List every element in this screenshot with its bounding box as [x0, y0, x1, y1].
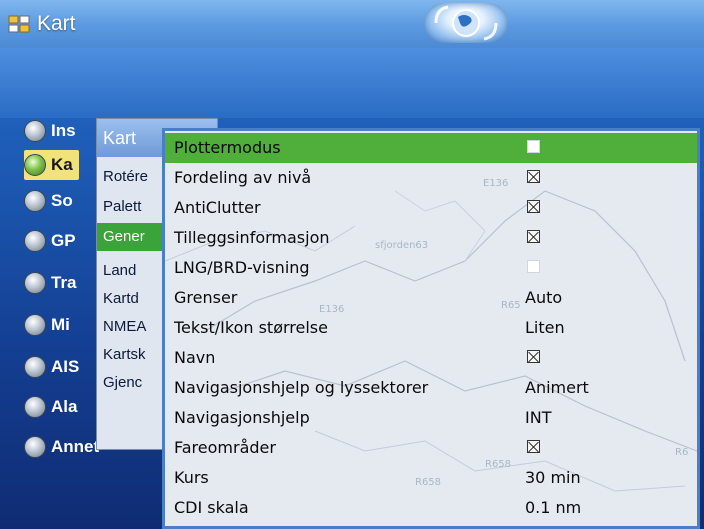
screen: Kart Ins Ka So GP Tra Mi AIS Ala Annet K… [0, 0, 704, 529]
main-menu-item-waypoints[interactable]: Mi [24, 310, 70, 340]
main-menu-item-installation[interactable]: Ins [24, 116, 76, 146]
names-checkbox[interactable] [527, 350, 540, 363]
setting-label: Fareområder [174, 438, 276, 457]
globe-logo-icon [424, 3, 508, 43]
setting-label: Tilleggsinformasjon [174, 228, 330, 247]
main-menu-label: GP [51, 231, 76, 250]
setting-text-icon-size[interactable]: Tekst/Ikon størrelse Liten [165, 313, 697, 343]
main-menu-label: AIS [51, 357, 80, 376]
main-menu-label: Mi [51, 315, 70, 334]
setting-label: Navigasjonshjelp [174, 408, 310, 427]
setting-danger-areas[interactable]: Fareområder [165, 433, 697, 463]
setting-label: CDI skala [174, 498, 249, 517]
setting-label: Navigasjonshjelp og lyssektorer [174, 378, 429, 397]
waypoint-icon [24, 314, 46, 336]
alarm-icon [24, 396, 46, 418]
general-settings-panel: E136 sfjorden63 R65 E136 R658 R658 R6 Pl… [162, 128, 700, 529]
setting-value: Animert [525, 378, 589, 397]
globe-icon [24, 154, 46, 176]
lng-brd-checkbox[interactable] [527, 260, 540, 273]
setting-plotter-mode[interactable]: Plottermodus [165, 133, 697, 163]
chart-app-icon [8, 15, 30, 33]
title-bar: Kart [0, 0, 704, 49]
main-menu-label: So [51, 191, 73, 210]
main-menu-item-sonar[interactable]: So [24, 186, 73, 216]
setting-label: LNG/BRD-visning [174, 258, 310, 277]
satellite-icon [24, 230, 46, 252]
main-menu-label: Annet [51, 437, 100, 456]
setting-value: Auto [525, 288, 563, 307]
setting-cdi-scale[interactable]: CDI skala 0.1 nm [165, 493, 697, 523]
setting-value: INT [525, 408, 552, 427]
track-icon [24, 272, 46, 294]
main-menu-item-gps[interactable]: GP [24, 226, 76, 256]
plotter-mode-checkbox[interactable] [527, 140, 540, 153]
setting-value: 30 min [525, 468, 581, 487]
setting-label: AntiClutter [174, 198, 261, 217]
main-menu-item-other[interactable]: Annet [24, 432, 99, 462]
main-menu-label: Ka [51, 155, 73, 174]
setting-value: 0.1 nm [525, 498, 582, 517]
main-menu-item-tracks[interactable]: Tra [24, 268, 77, 298]
setting-depth-distribution[interactable]: Fordeling av nivå [165, 163, 697, 193]
depth-distribution-checkbox[interactable] [527, 170, 540, 183]
main-menu-item-ais[interactable]: AIS [24, 352, 79, 382]
other-icon [24, 436, 46, 458]
setting-course[interactable]: Kurs 30 min [165, 463, 697, 493]
danger-areas-checkbox[interactable] [527, 440, 540, 453]
setting-anticlutter[interactable]: AntiClutter [165, 193, 697, 223]
anticlutter-checkbox[interactable] [527, 200, 540, 213]
setting-lng-brd-display[interactable]: LNG/BRD-visning [165, 253, 697, 283]
setting-label: Navn [174, 348, 216, 367]
main-menu-item-chart[interactable]: Ka [24, 150, 79, 180]
setting-value: Liten [525, 318, 565, 337]
header-band [0, 48, 704, 118]
main-menu-item-alarms[interactable]: Ala [24, 392, 77, 422]
app-title-label: Kart [37, 12, 76, 35]
app-title: Kart [8, 8, 76, 40]
setting-names[interactable]: Navn [165, 343, 697, 373]
setting-label: Fordeling av nivå [174, 168, 312, 187]
additional-info-checkbox[interactable] [527, 230, 540, 243]
main-menu-label: Ins [51, 121, 76, 140]
setting-additional-info[interactable]: Tilleggsinformasjon [165, 223, 697, 253]
main-menu-label: Tra [51, 273, 77, 292]
setting-label: Plottermodus [174, 138, 281, 157]
setting-label: Grenser [174, 288, 238, 307]
gear-icon [24, 120, 46, 142]
ais-icon [24, 356, 46, 378]
setting-nav-aids-light-sectors[interactable]: Navigasjonshjelp og lyssektorer Animert [165, 373, 697, 403]
setting-nav-aids[interactable]: Navigasjonshjelp INT [165, 403, 697, 433]
setting-label: Kurs [174, 468, 209, 487]
sonar-icon [24, 190, 46, 212]
setting-label: Tekst/Ikon størrelse [174, 318, 328, 337]
setting-boundaries[interactable]: Grenser Auto [165, 283, 697, 313]
main-menu-label: Ala [51, 397, 78, 416]
